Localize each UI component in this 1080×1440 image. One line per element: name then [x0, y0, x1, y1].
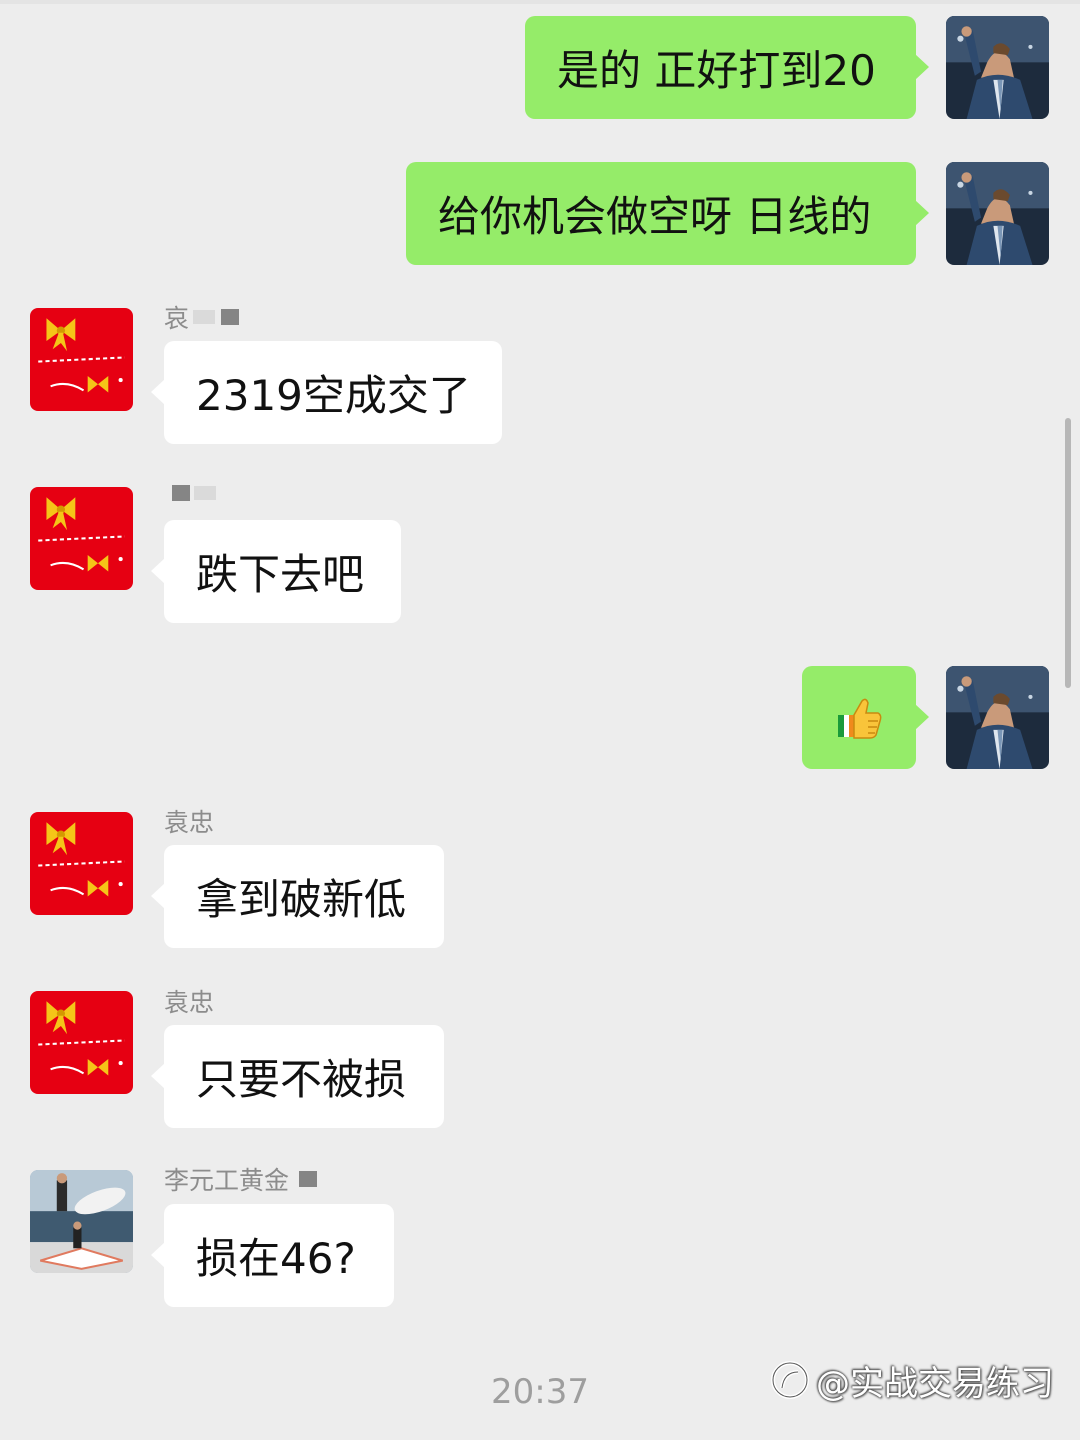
message-text: 只要不被损 — [196, 1055, 407, 1104]
man-in-suit-icon — [946, 162, 1049, 265]
message-text: 损在46? — [196, 1234, 356, 1283]
redaction-mark — [194, 486, 216, 500]
scrollbar[interactable] — [1065, 418, 1071, 688]
watermark-text: @实战交易练习 — [816, 1363, 1054, 1404]
contact-message-bubble[interactable]: 损在46? — [151, 1204, 394, 1307]
message-text: 给你机会做空呀 日线的 — [438, 192, 872, 241]
red-ribbon-bow-icon — [30, 812, 133, 915]
sender-name: 李元工黄金 — [164, 1162, 318, 1196]
contact-message-bubble[interactable]: 2319空成交了 — [151, 341, 502, 444]
redaction-mark — [193, 310, 216, 324]
message-text: 是的 正好打到20 — [557, 46, 876, 95]
red-ribbon-bow-icon — [30, 487, 133, 590]
contact-avatar[interactable] — [30, 487, 133, 590]
red-ribbon-bow-icon — [30, 991, 133, 1094]
sender-name: 袁忠 — [164, 988, 215, 1017]
my-message-bubble[interactable]: 是的 正好打到20 — [525, 16, 929, 119]
message-text: 拿到破新低 — [196, 875, 407, 924]
sender-name: 哀 — [164, 300, 240, 334]
my-avatar[interactable] — [946, 162, 1049, 265]
my-avatar[interactable] — [946, 666, 1049, 769]
man-in-suit-icon — [946, 16, 1049, 119]
my-message-bubble[interactable]: 给你机会做空呀 日线的 — [406, 162, 929, 265]
man-in-suit-icon — [946, 666, 1049, 769]
contact-avatar[interactable] — [30, 812, 133, 915]
contact-avatar[interactable] — [30, 991, 133, 1094]
contact-message-bubble[interactable]: 拿到破新低 — [151, 845, 444, 948]
contact-avatar[interactable] — [30, 1170, 133, 1273]
sender-name: 袁忠 — [164, 808, 215, 837]
message-text: 2319空成交了 — [196, 371, 471, 420]
surfer-photo-icon — [30, 1170, 133, 1273]
redaction-mark — [299, 1171, 318, 1187]
redaction-mark — [172, 485, 190, 501]
contact-message-bubble[interactable]: 跌下去吧 — [151, 520, 401, 623]
thumbs-up-icon — [838, 698, 882, 739]
red-ribbon-bow-icon — [30, 308, 133, 411]
sender-name — [164, 476, 216, 510]
my-avatar[interactable] — [946, 16, 1049, 119]
message-text: 跌下去吧 — [196, 550, 365, 599]
contact-message-bubble[interactable]: 只要不被损 — [151, 1025, 444, 1128]
redaction-mark — [221, 309, 240, 325]
top-divider — [0, 0, 1080, 4]
my-message-bubble[interactable] — [802, 666, 929, 769]
toutiao-logo-icon — [771, 1361, 809, 1399]
contact-avatar[interactable] — [30, 308, 133, 411]
watermark: @实战交易练习 — [770, 1354, 1054, 1406]
